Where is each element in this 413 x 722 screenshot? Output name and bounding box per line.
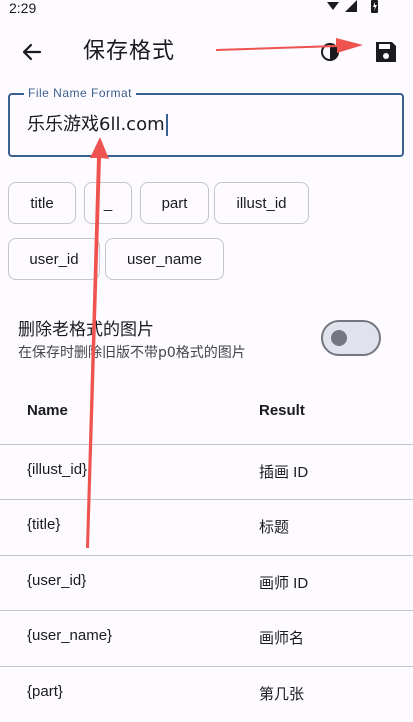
table-row: {user_name} 画师名 bbox=[0, 610, 413, 665]
row-name: {user_id} bbox=[27, 572, 87, 589]
file-name-format-input[interactable]: 乐乐游戏6ll.com bbox=[27, 114, 165, 135]
row-name: {part} bbox=[27, 683, 63, 700]
row-result: 标题 bbox=[259, 519, 290, 536]
table-header-result: Result bbox=[259, 402, 305, 419]
wifi-icon bbox=[327, 2, 339, 10]
switch-knob bbox=[331, 330, 347, 346]
table-row: {title} 标题 bbox=[0, 499, 413, 554]
row-result: 插画 ID bbox=[259, 464, 309, 481]
table-row: {part} 第几张 bbox=[0, 666, 413, 721]
row-result: 第几张 bbox=[259, 686, 305, 703]
delete-old-title: 删除老格式的图片 bbox=[18, 320, 154, 340]
field-value[interactable]: 乐乐游戏6ll.com bbox=[27, 114, 168, 136]
chip-illust-id[interactable]: illust_id bbox=[214, 182, 309, 224]
status-bar: 2:29 bbox=[0, 0, 413, 24]
row-name: {illust_id} bbox=[27, 461, 88, 478]
chip-user-id[interactable]: user_id bbox=[8, 238, 100, 280]
chip-user-name[interactable]: user_name bbox=[105, 238, 224, 280]
page-title: 保存格式 bbox=[83, 39, 176, 64]
field-label: File Name Format bbox=[24, 86, 137, 100]
text-caret bbox=[165, 114, 168, 136]
signal-icon bbox=[345, 0, 357, 12]
row-name: {title} bbox=[27, 516, 61, 533]
file-name-format-field[interactable]: File Name Format 乐乐游戏6ll.com bbox=[8, 86, 404, 157]
save-button[interactable] bbox=[366, 32, 406, 72]
delete-old-switch[interactable] bbox=[321, 320, 381, 356]
delete-old-subtitle: 在保存时删除旧版不带p0格式的图片 bbox=[18, 345, 246, 361]
half-circle-icon bbox=[321, 43, 339, 61]
row-name: {user_name} bbox=[27, 627, 113, 644]
chip-underscore[interactable]: _ bbox=[84, 182, 132, 224]
app-bar: 保存格式 bbox=[0, 24, 413, 80]
theme-toggle-button[interactable] bbox=[318, 40, 342, 64]
status-icons bbox=[327, 0, 378, 13]
chip-title[interactable]: title bbox=[8, 182, 76, 224]
save-icon bbox=[376, 42, 396, 62]
row-result: 画师 ID bbox=[259, 575, 309, 592]
chip-part[interactable]: part bbox=[140, 182, 209, 224]
back-button[interactable] bbox=[12, 32, 52, 72]
status-time: 2:29 bbox=[9, 0, 37, 16]
table-row: {illust_id} 插画 ID bbox=[0, 444, 413, 499]
row-result: 画师名 bbox=[259, 630, 305, 647]
table-header-name: Name bbox=[27, 402, 68, 419]
arrow-back-icon bbox=[22, 43, 42, 61]
table-row: {user_id} 画师 ID bbox=[0, 555, 413, 610]
